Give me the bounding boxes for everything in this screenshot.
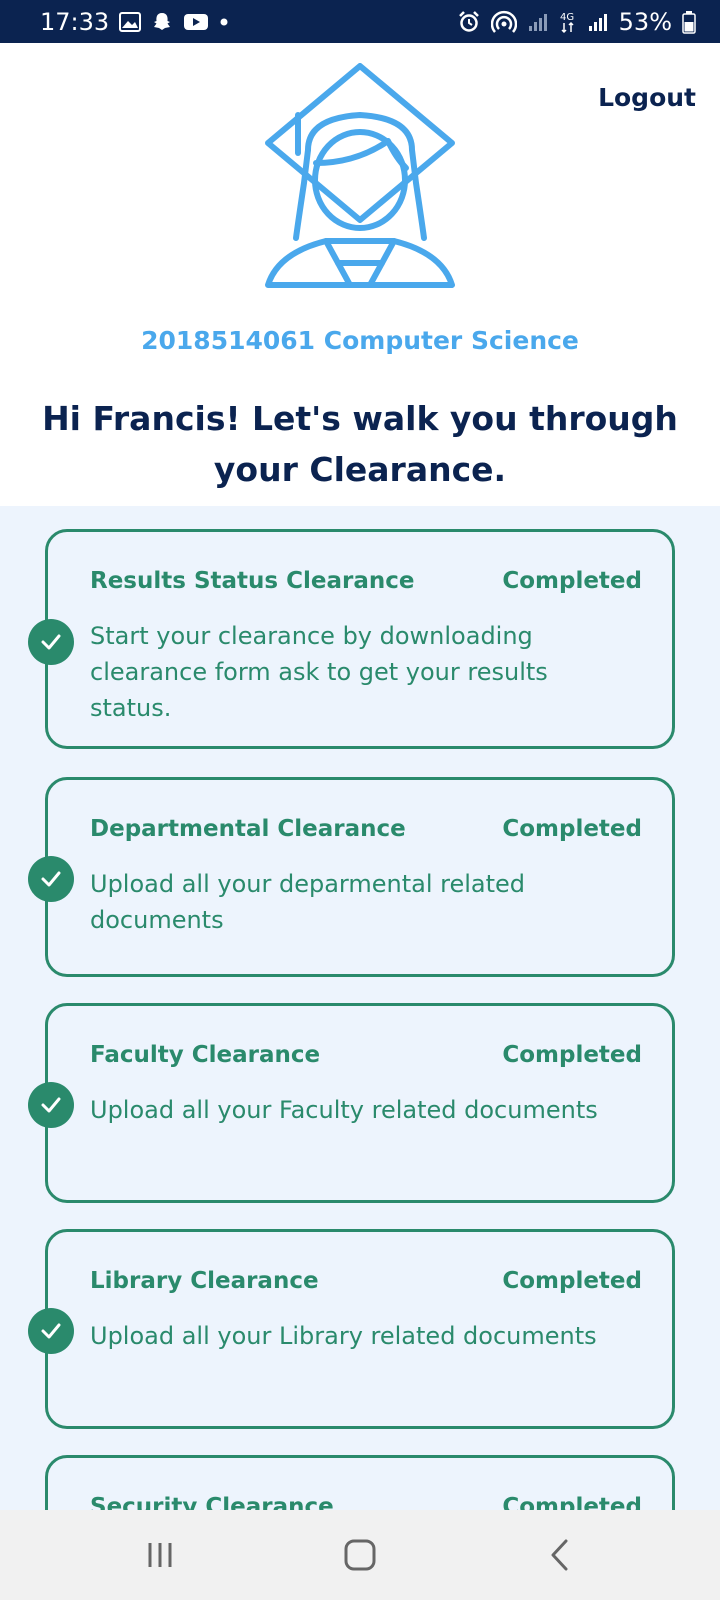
hotspot-icon <box>490 10 517 34</box>
4g-icon: 4G <box>559 10 577 34</box>
checkmark-icon <box>28 856 74 902</box>
clearance-description: Upload all your deparmental related docu… <box>90 870 526 934</box>
svg-text:4G: 4G <box>560 12 574 23</box>
status-badge: Completed <box>502 1494 642 1510</box>
clearance-title: Departmental Clearance <box>90 816 406 842</box>
status-badge: Completed <box>502 816 642 842</box>
status-badge: Completed <box>502 1268 642 1294</box>
clearance-title: Faculty Clearance <box>90 1042 321 1068</box>
status-bar: 17:33 4G 53% <box>0 0 720 43</box>
clearance-description: Upload all your Faculty related document… <box>90 1096 598 1124</box>
checkmark-icon <box>28 1308 74 1354</box>
clearance-description: Start your clearance by downloading clea… <box>90 622 548 722</box>
student-info: 2018514061 Computer Science <box>141 326 579 355</box>
clearance-description: Upload all your Library related document… <box>90 1322 597 1350</box>
alarm-icon <box>457 10 481 34</box>
clearance-title: Security Clearance <box>90 1494 334 1510</box>
recent-apps-icon[interactable] <box>125 1525 195 1585</box>
clearance-card[interactable]: Results Status Clearance Completed Start… <box>45 529 675 749</box>
status-badge: Completed <box>502 568 642 594</box>
checkmark-icon <box>28 1082 74 1128</box>
clearance-card[interactable]: Library Clearance Completed Upload all y… <box>45 1229 675 1429</box>
snapchat-icon <box>151 11 173 33</box>
clock: 17:33 <box>40 7 110 36</box>
gallery-icon <box>119 11 142 32</box>
logout-button[interactable]: Logout <box>598 83 696 112</box>
home-icon[interactable] <box>325 1525 395 1585</box>
profile-header: Logout 2018514061 Computer Science Hi Fr… <box>0 43 720 506</box>
clearance-card[interactable]: Departmental Clearance Completed Upload … <box>45 777 675 977</box>
signal-icon <box>527 12 549 32</box>
checkmark-icon <box>28 619 74 665</box>
system-nav-bar <box>0 1510 720 1600</box>
battery-icon <box>682 10 696 34</box>
clearance-card[interactable]: Faculty Clearance Completed Upload all y… <box>45 1003 675 1203</box>
clearance-list[interactable]: Results Status Clearance Completed Start… <box>0 506 720 1510</box>
greeting-heading: Hi Francis! Let's walk you through your … <box>42 399 678 489</box>
clearance-card[interactable]: Security Clearance Completed <box>45 1455 675 1510</box>
clearance-title: Results Status Clearance <box>90 568 415 594</box>
battery-percent: 53% <box>618 7 672 36</box>
youtube-icon <box>183 12 209 32</box>
status-badge: Completed <box>502 1042 642 1068</box>
back-icon[interactable] <box>525 1525 595 1585</box>
clearance-title: Library Clearance <box>90 1268 319 1294</box>
graduate-avatar-icon <box>265 63 455 288</box>
signal-icon <box>587 12 609 32</box>
dot-icon <box>219 17 229 27</box>
